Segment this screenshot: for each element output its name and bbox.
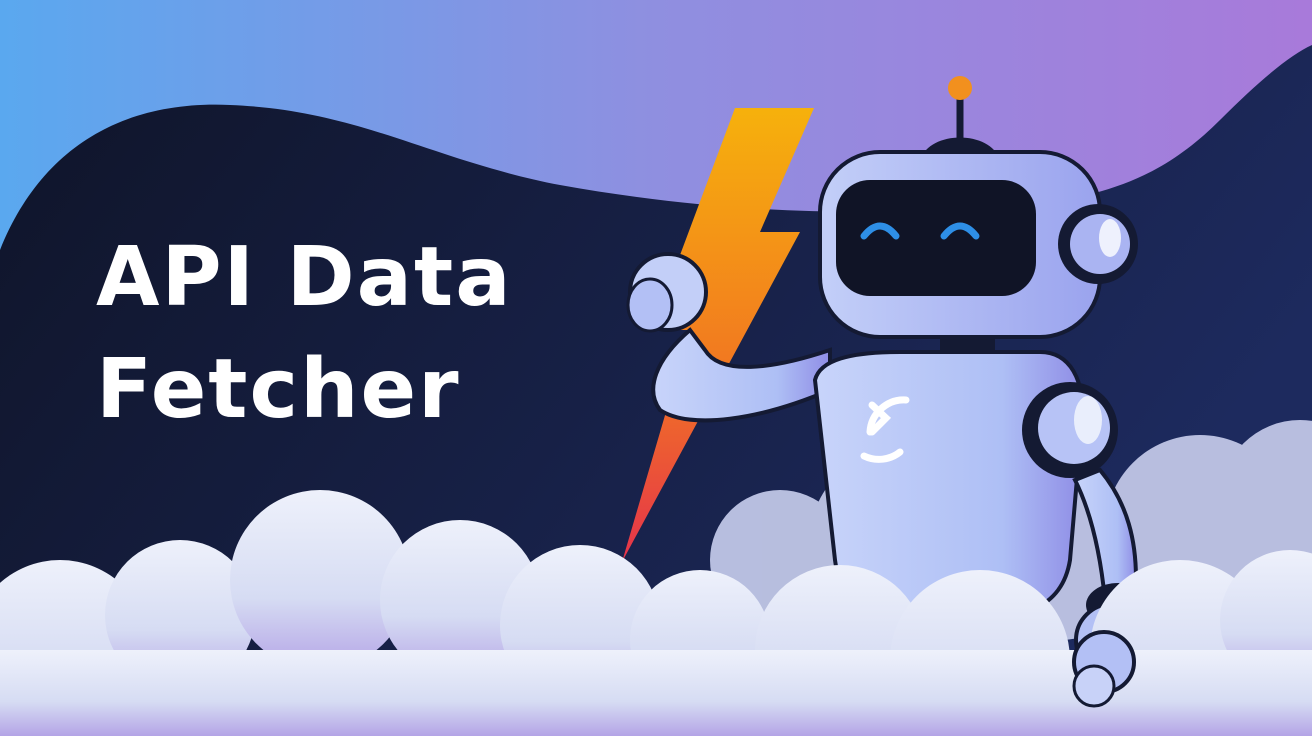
robot-head — [818, 150, 1138, 339]
title-line-2: Fetcher — [96, 342, 461, 437]
banner-title: API Data Fetcher — [96, 222, 513, 446]
title-line-1: API Data — [96, 230, 513, 325]
hero-banner: API Data Fetcher — [0, 0, 1312, 736]
